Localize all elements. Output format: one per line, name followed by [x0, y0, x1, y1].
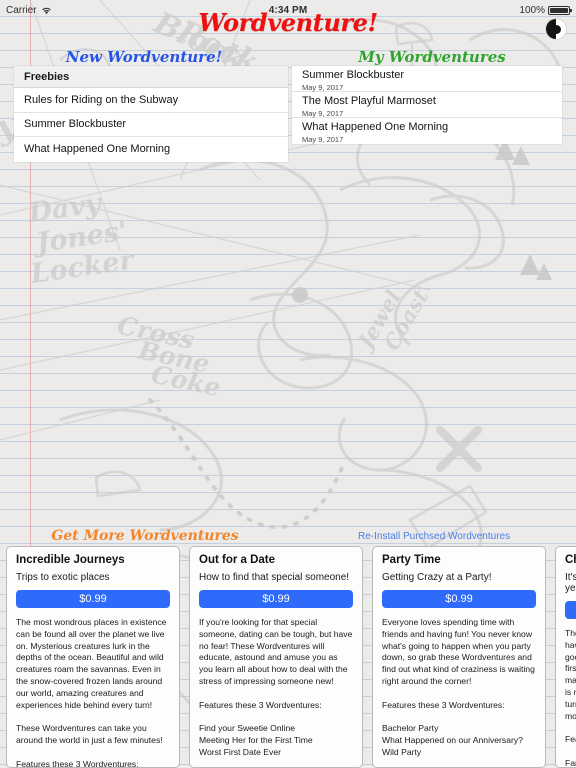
card-subtitle: It's the most wonderful time of the year…	[565, 572, 576, 594]
my-wordventures-list: Summer Blockbuster May 9, 2017 The Most …	[292, 66, 562, 144]
list-item[interactable]: Summer Blockbuster May 9, 2017	[292, 66, 562, 92]
my-wordventures-heading: My Wordventures	[358, 48, 506, 66]
buy-button[interactable]: $0.99	[16, 590, 170, 608]
battery-icon	[548, 5, 572, 15]
list-item-title: What Happened One Morning	[302, 121, 449, 133]
battery-percent-label: 100%	[519, 4, 545, 16]
list-item-title: Summer Blockbuster	[302, 69, 405, 81]
store-card[interactable]: Incredible Journeys Trips to exotic plac…	[6, 546, 180, 768]
app-root: Davy Jones' Locker Cross Bone Coke Jewel…	[0, 0, 576, 768]
card-subtitle: Getting Crazy at a Party!	[382, 572, 492, 583]
dark-light-mode-toggle-icon[interactable]	[545, 18, 567, 40]
card-description: Those of us who celebrate Christmas have…	[565, 628, 576, 768]
store-card-carousel[interactable]: Incredible Journeys Trips to exotic plac…	[0, 546, 576, 768]
list-item[interactable]: Rules for Riding on the Subway	[14, 88, 288, 113]
get-more-wordventures-heading: Get More Wordventures	[51, 528, 239, 544]
buy-button[interactable]: $0.99	[199, 590, 353, 608]
status-bar-right: 100%	[519, 4, 572, 16]
list-item[interactable]: What Happened One Morning May 9, 2017	[292, 118, 562, 144]
new-wordventure-list: Freebies Rules for Riding on the Subway …	[14, 66, 288, 162]
list-item[interactable]: Summer Blockbuster	[14, 112, 288, 138]
reinstall-purchased-link[interactable]: Re-Install Purchsed Wordventures	[358, 531, 510, 542]
list-item-title: The Most Playful Marmoset	[302, 95, 436, 107]
card-title: Christmas	[565, 554, 576, 566]
buy-button[interactable]: $0.99	[382, 590, 536, 608]
card-subtitle: How to find that special someone!	[199, 572, 350, 583]
list-item[interactable]: The Most Playful Marmoset May 9, 2017	[292, 92, 562, 118]
store-card[interactable]: Christmas It's the most wonderful time o…	[555, 546, 576, 768]
list-item[interactable]: What Happened One Morning	[14, 137, 288, 162]
store-card[interactable]: Party Time Getting Crazy at a Party! $0.…	[372, 546, 546, 768]
svg-text:Coke: Coke	[149, 360, 223, 403]
list-item-date: May 9, 2017	[302, 135, 344, 144]
store-card[interactable]: Out for a Date How to find that special …	[189, 546, 363, 768]
card-title: Party Time	[382, 554, 441, 566]
buy-button[interactable]: $0.99	[565, 601, 576, 619]
status-bar: Carrier 4:34 PM 100%	[0, 0, 576, 20]
card-title: Out for a Date	[199, 554, 276, 566]
new-wordventure-heading: New Wordventure!	[65, 48, 223, 66]
card-description: The most wondrous places in existence ca…	[16, 617, 167, 768]
card-description: Everyone loves spending time with friend…	[382, 617, 535, 757]
card-description: If you're looking for that special someo…	[199, 617, 353, 757]
card-title: Incredible Journeys	[16, 554, 125, 566]
status-bar-time: 4:34 PM	[268, 4, 308, 16]
list-group-header-freebies: Freebies	[14, 66, 288, 88]
card-subtitle: Trips to exotic places	[16, 572, 110, 583]
